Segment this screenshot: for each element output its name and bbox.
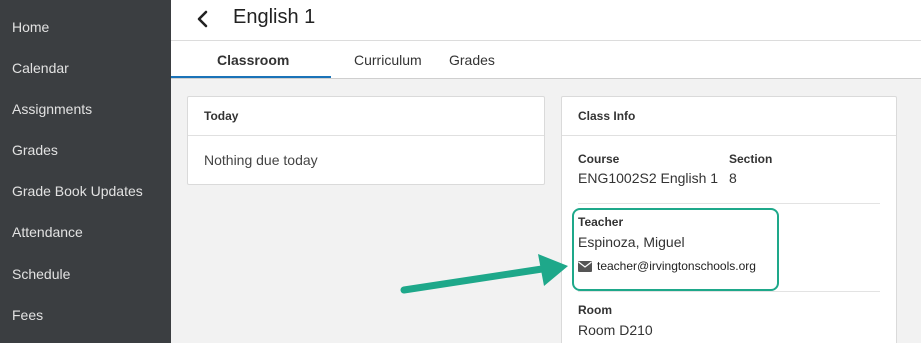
sidebar-item-grade-book-updates[interactable]: Grade Book Updates — [12, 183, 143, 199]
annotation-arrow-icon — [400, 254, 568, 294]
teacher-highlight-box — [572, 208, 779, 291]
room-value: Room D210 — [578, 322, 653, 338]
chevron-left-icon[interactable] — [193, 9, 213, 29]
sidebar-item-grades[interactable]: Grades — [12, 142, 58, 158]
section-value: 8 — [729, 170, 737, 186]
room-label: Room — [578, 303, 612, 317]
today-message: Nothing due today — [204, 152, 318, 168]
course-label: Course — [578, 152, 620, 166]
sidebar-item-fees[interactable]: Fees — [12, 307, 43, 323]
tab-grades[interactable]: Grades — [449, 52, 495, 68]
tab-curriculum[interactable]: Curriculum — [354, 52, 422, 68]
divider — [578, 203, 880, 204]
tab-bar: Classroom Curriculum Grades — [171, 41, 921, 79]
app: Home Calendar Assignments Grades Grade B… — [0, 0, 921, 343]
divider — [578, 291, 880, 292]
page-header: English 1 — [171, 0, 921, 41]
sidebar-item-assignments[interactable]: Assignments — [12, 101, 92, 117]
active-tab-indicator — [171, 76, 331, 78]
page-title: English 1 — [233, 6, 316, 28]
sidebar-item-calendar[interactable]: Calendar — [12, 60, 69, 76]
tab-classroom[interactable]: Classroom — [217, 52, 289, 68]
class-info-title: Class Info — [562, 97, 896, 136]
sidebar-item-attendance[interactable]: Attendance — [12, 224, 83, 240]
sidebar-item-schedule[interactable]: Schedule — [12, 266, 70, 282]
sidebar: Home Calendar Assignments Grades Grade B… — [0, 0, 171, 343]
section-label: Section — [729, 152, 773, 166]
today-card-title: Today — [188, 97, 544, 136]
course-value: ENG1002S2 English 1 — [578, 170, 719, 186]
sidebar-item-home[interactable]: Home — [12, 19, 49, 35]
today-card: Today Nothing due today — [187, 96, 545, 185]
